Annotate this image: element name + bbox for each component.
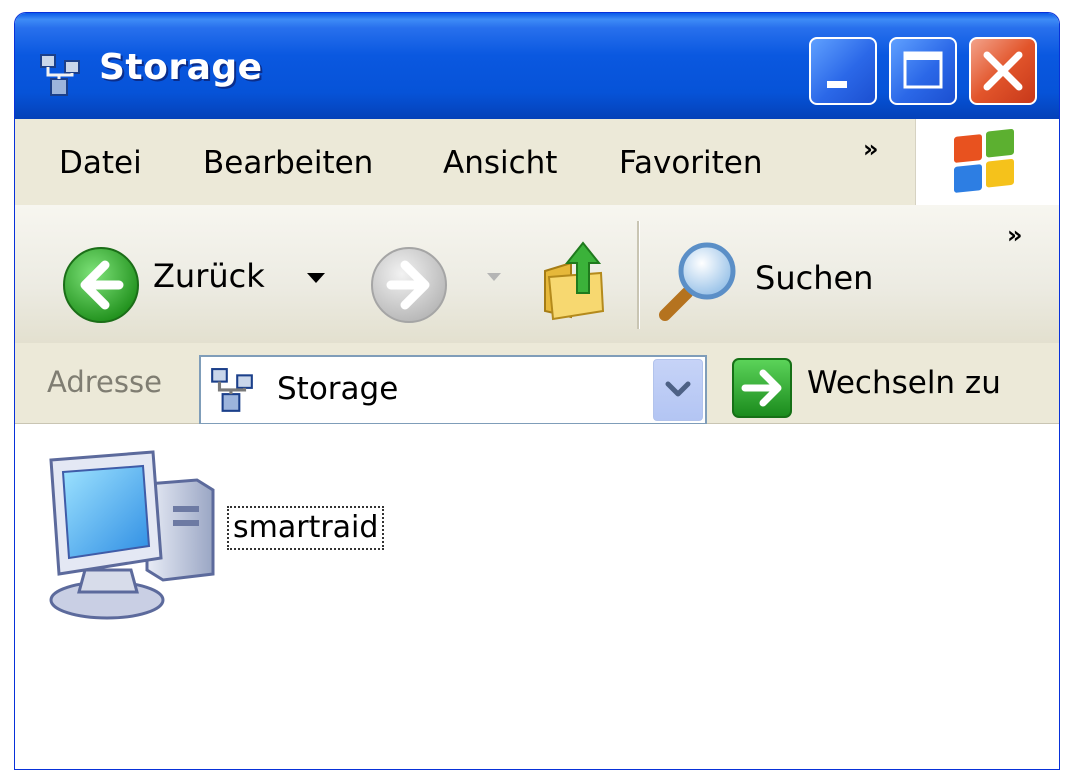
menu-item-favoriten[interactable]: Favoriten	[619, 145, 763, 181]
search-button-label[interactable]: Suchen	[755, 259, 873, 297]
address-value: Storage	[277, 371, 399, 407]
network-storage-icon	[211, 368, 253, 412]
back-dropdown-arrow-icon[interactable]	[305, 271, 327, 285]
toolbar-separator	[637, 221, 640, 329]
go-button-label[interactable]: Wechseln zu	[807, 365, 1001, 401]
title-bar[interactable]: Storage	[15, 13, 1059, 119]
forward-arrow-icon[interactable]	[369, 245, 449, 325]
address-label: Adresse	[47, 365, 162, 399]
explorer-window: Storage Datei Bearbeiten Ansicht Favorit…	[14, 12, 1060, 770]
menu-item-datei[interactable]: Datei	[59, 145, 142, 181]
go-arrow-icon[interactable]	[731, 357, 793, 419]
menu-bar: Datei Bearbeiten Ansicht Favoriten »	[15, 119, 1059, 206]
close-button[interactable]	[969, 37, 1037, 105]
address-input[interactable]: Storage	[199, 355, 707, 425]
window-title: Storage	[99, 47, 263, 88]
toolbar: Zurück Suchen »	[15, 205, 1059, 344]
menu-overflow-chevron[interactable]: »	[863, 135, 879, 163]
folder-up-icon[interactable]	[541, 237, 613, 321]
back-arrow-icon[interactable]	[61, 245, 141, 325]
menu-item-ansicht[interactable]: Ansicht	[443, 145, 557, 181]
menu-item-bearbeiten[interactable]: Bearbeiten	[203, 145, 373, 181]
toolbar-overflow-chevron[interactable]: »	[1007, 221, 1023, 249]
address-dropdown-button[interactable]	[653, 359, 703, 421]
back-button-label[interactable]: Zurück	[153, 257, 265, 295]
chevron-down-icon	[665, 381, 691, 397]
minimize-button[interactable]	[809, 37, 877, 105]
address-bar: Adresse Storage Wechseln zu	[15, 343, 1059, 425]
close-icon	[983, 51, 1023, 91]
computer-icon[interactable]	[45, 450, 217, 620]
windows-flag-logo	[954, 128, 1014, 193]
minimize-icon	[827, 81, 847, 88]
search-icon[interactable]	[657, 241, 747, 325]
content-pane: smartraid	[15, 424, 1059, 769]
forward-dropdown-arrow-icon[interactable]	[483, 271, 505, 285]
maximize-button[interactable]	[889, 37, 957, 105]
windows-logo-area	[915, 119, 1059, 205]
network-storage-icon	[40, 54, 80, 96]
list-item-label[interactable]: smartraid	[227, 506, 385, 550]
maximize-icon	[903, 51, 943, 89]
